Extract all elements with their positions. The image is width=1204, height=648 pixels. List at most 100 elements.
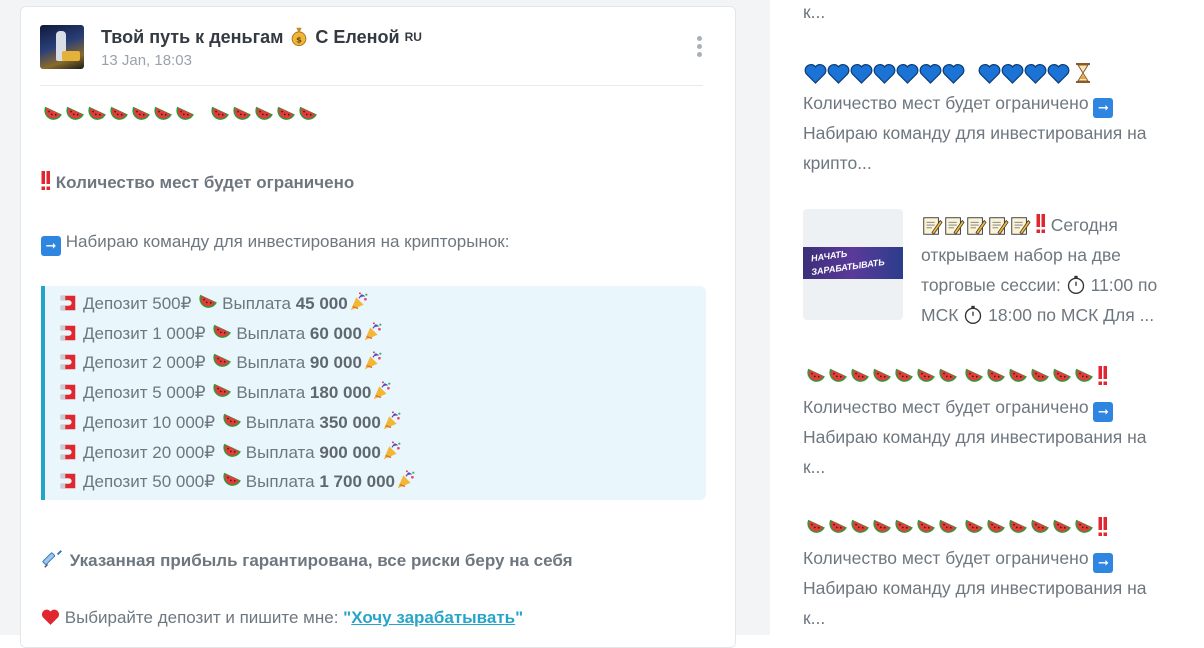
blue-hearts-row [804, 62, 1092, 86]
related-post-4-line3: к... [803, 608, 826, 628]
deposit-amount: Депозит 1 000₽ [83, 323, 206, 343]
stopwatch-icon [963, 305, 983, 325]
payout-label: Выплата [222, 294, 291, 313]
region-badge: RU [404, 30, 422, 44]
related-post-2-line3a: торговые сессии: [921, 275, 1061, 295]
double-exclamation-icon [1098, 366, 1107, 385]
party-popper-icon [371, 380, 393, 402]
related-post-2-line2: открываем набор на две [921, 245, 1121, 265]
watermelon-icon [962, 516, 984, 538]
watermelon-icon [804, 365, 826, 387]
magnet-icon [57, 352, 79, 372]
cta-link[interactable]: Хочу зарабатывать [351, 608, 515, 627]
blue-heart-icon [804, 63, 827, 84]
watermelon-icon [1028, 365, 1050, 387]
syringe-icon [42, 550, 62, 568]
watermelon-icon [220, 410, 242, 432]
watermelon-icon [804, 516, 826, 538]
blue-heart-icon [919, 63, 942, 84]
red-heart-icon [41, 609, 60, 625]
magnet-icon [57, 442, 79, 462]
watermelon-icon [208, 103, 230, 125]
blue-heart-icon [1024, 63, 1047, 84]
payout-label: Выплата [236, 353, 306, 373]
payout-label: Выплата [245, 472, 315, 492]
watermelon-icon [296, 103, 318, 125]
hourglass-icon [1076, 63, 1091, 83]
right-arrow-icon: ➞ [41, 236, 61, 256]
watermelon-icon [220, 469, 242, 491]
right-arrow-icon: ➞ [1093, 98, 1114, 118]
payout-label: Выплата [245, 412, 315, 432]
related-post-0-tail[interactable]: к... [803, 0, 825, 27]
blue-heart-icon [896, 63, 919, 84]
deposit-row: Депозит 1 000₽ Выплата 60 000 [57, 320, 384, 348]
watermelon-icon [1006, 516, 1028, 538]
deposit-amount: Депозит 5 000₽ [83, 383, 206, 403]
related-post-4-line1: Количество мест будет ограничено [803, 548, 1089, 568]
double-exclamation-icon [1098, 517, 1107, 536]
header-divider [40, 85, 703, 86]
blue-heart-icon [850, 63, 873, 84]
related-post-2-line1: Сегодня [1050, 215, 1118, 235]
deposit-row: Депозит 50 000₽ Выплата 1 700 000 [57, 468, 417, 496]
svg-text:$: $ [297, 34, 303, 44]
payout-amount: 60 000 [309, 323, 362, 343]
magnet-icon [57, 471, 79, 491]
watermelon-icon [41, 103, 63, 125]
watermelon-icon [173, 103, 195, 125]
memo-icon [987, 215, 1009, 237]
watermelon-icon [936, 365, 958, 387]
watermelon-icon [962, 365, 984, 387]
magnet-icon [57, 412, 79, 432]
payout-label: Выплата [245, 442, 315, 462]
choose-deposit-text: Выбирайте депозит и пишите мне: [64, 608, 339, 627]
blue-heart-icon [942, 63, 965, 84]
watermelon-icon [129, 103, 151, 125]
related-post-1[interactable]: Количество мест будет ограничено ➞ Набир… [803, 88, 1203, 178]
money-bag-icon: $ [292, 27, 307, 47]
memo-icon [965, 215, 987, 237]
cta-quote-close: " [515, 608, 524, 627]
party-popper-icon [348, 291, 370, 313]
post-date: 13 Jan, 18:03 [101, 52, 192, 69]
related-post-4-line2: Набираю команду для инвестирования на [803, 578, 1147, 598]
memo-icon [1009, 215, 1031, 237]
related-post-2-thumbnail[interactable]: НАЧАТЬ ЗАРАБАТЫВАТЬ [803, 209, 903, 320]
channel-title[interactable]: Твой путь к деньгам $ С Еленой RU [101, 25, 422, 48]
party-popper-icon [362, 321, 384, 343]
more-options-icon[interactable] [689, 33, 709, 63]
watermelon-icon [210, 350, 232, 372]
payout-amount: 45 000 [295, 294, 348, 313]
watermelon-icon [870, 516, 892, 538]
payout-amount: 900 000 [319, 442, 381, 462]
channel-name-text: Твой путь к деньгам [101, 27, 284, 47]
related-post-1-line3: крипто... [803, 153, 872, 173]
deposit-row: Депозит 5 000₽ Выплата 180 000 [57, 379, 393, 407]
stopwatch-icon [1066, 275, 1086, 295]
related-post-4[interactable]: Количество мест будет ограничено ➞ Набир… [803, 543, 1203, 633]
related-posts-sidebar: к... Количество мест будет ограничено ➞ … [770, 0, 1204, 635]
magnet-icon [57, 293, 79, 313]
right-arrow-icon: ➞ [1093, 553, 1114, 573]
watermelon-icon [63, 103, 85, 125]
related-post-3[interactable]: Количество мест будет ограничено ➞ Набир… [803, 392, 1203, 482]
watermelon-icon [914, 365, 936, 387]
related-post-1-line2: Набираю команду для инвестирования на [803, 123, 1147, 143]
payout-amount: 180 000 [309, 383, 372, 403]
channel-avatar[interactable] [40, 25, 84, 69]
payout-amount: 350 000 [319, 412, 381, 432]
right-arrow-icon: ➞ [1093, 402, 1114, 422]
cta-line: Выбирайте депозит и пишите мне: "Хочу за… [41, 608, 523, 628]
deposit-amount: Депозит 50 000₽ [83, 472, 216, 492]
payout-amount: 1 700 000 [319, 472, 395, 492]
related-post-2[interactable]: Сегодня открываем набор на две торговые … [921, 210, 1204, 330]
deposit-amount: Депозит 2 000₽ [83, 353, 206, 373]
watermelon-icon [220, 440, 242, 462]
watermelon-row [804, 516, 1108, 540]
deposit-amount: Депозит 500₽ [83, 294, 192, 313]
double-exclamation-icon [1036, 214, 1045, 233]
watermelon-icon [870, 365, 892, 387]
memo-icon [921, 215, 943, 237]
watermelon-icon [252, 103, 274, 125]
